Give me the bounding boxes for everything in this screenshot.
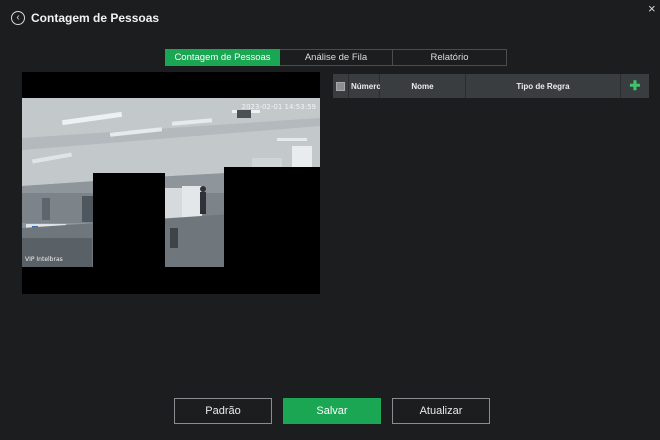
close-icon: ×	[648, 1, 656, 16]
osd-camera-name: VIP Intelbras	[25, 256, 63, 263]
camera-image: 2023-02-01 14:53:59 VIP Intelbras	[22, 98, 320, 267]
tab-analise-de-fila[interactable]: Análise de Fila	[280, 49, 393, 66]
video-preview[interactable]: 2023-02-01 14:53:59 VIP Intelbras	[22, 72, 320, 294]
tab-bar: Contagem de Pessoas Análise de Fila Rela…	[165, 49, 507, 66]
column-rule-type-header[interactable]: Tipo de Regra	[466, 74, 621, 98]
chevron-left-icon: ‹	[16, 12, 20, 23]
tab-relatorio[interactable]: Relatório	[393, 49, 507, 66]
close-button[interactable]: ×	[648, 2, 656, 15]
page-title: Contagem de Pessoas	[31, 11, 160, 25]
add-rule-button[interactable]: ✚	[621, 74, 649, 98]
back-button[interactable]: ‹	[11, 11, 25, 25]
select-all-checkbox[interactable]	[336, 81, 345, 91]
privacy-mask	[93, 173, 165, 267]
rules-table: Número Nome Tipo de Regra ✚	[333, 74, 649, 98]
privacy-mask	[224, 167, 320, 267]
tab-contagem-de-pessoas[interactable]: Contagem de Pessoas	[165, 49, 280, 66]
plus-icon: ✚	[629, 78, 641, 93]
save-button[interactable]: Salvar	[283, 398, 381, 424]
table-header: Número Nome Tipo de Regra ✚	[333, 74, 649, 98]
osd-timestamp: 2023-02-01 14:53:59	[241, 103, 316, 111]
header: ‹ Contagem de Pessoas ×	[0, 0, 660, 38]
column-name-header[interactable]: Nome	[380, 74, 466, 98]
default-button[interactable]: Padrão	[174, 398, 272, 424]
refresh-button[interactable]: Atualizar	[392, 398, 490, 424]
column-number-header[interactable]: Número	[349, 74, 381, 98]
select-all-cell	[333, 74, 349, 98]
